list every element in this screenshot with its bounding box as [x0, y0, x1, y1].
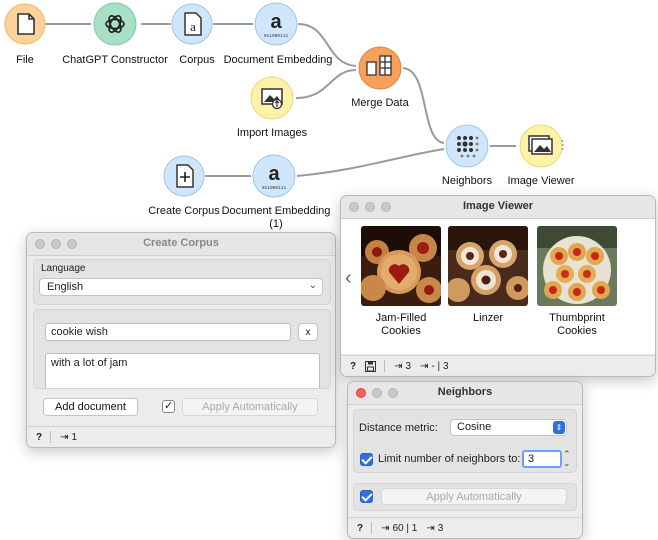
output-summary[interactable]: ⇥ 1 [60, 432, 77, 443]
embedding-glyph: a [270, 11, 282, 33]
language-select-value: English [47, 281, 84, 293]
node-image-viewer[interactable] [519, 124, 564, 168]
input-summary[interactable]: ⇥ 60 | 1 [381, 523, 417, 534]
input-count: 60 | 1 [392, 522, 418, 534]
node-label-document-embedding: Document Embedding [223, 54, 333, 66]
image-thumb-linzer[interactable] [448, 226, 528, 306]
help-icon[interactable]: ? [36, 432, 42, 443]
link-merge-neighbors [402, 67, 445, 144]
neighbors-options-group: Distance metric: Cosine ⇕ Limit number o… [353, 409, 577, 473]
create-corpus-titlebar[interactable]: Create Corpus [27, 233, 335, 256]
input-summary[interactable]: ⇥ 3 [394, 361, 411, 372]
image-thumb-thumbprint[interactable] [537, 226, 617, 306]
distance-metric-value: Cosine [457, 421, 492, 433]
image-viewer-icon [528, 135, 553, 155]
chevron-left-icon[interactable]: ‹ [345, 267, 352, 290]
link-docemb1-neighbors [296, 148, 445, 177]
image-viewer-titlebar[interactable]: Image Viewer [341, 196, 655, 219]
output-summary[interactable]: ⇥ - | 3 [420, 361, 448, 372]
svg-text:a: a [190, 19, 196, 34]
image-viewer-statusbar: ? ⇥ 3 ⇥ - | 3 [341, 355, 655, 376]
window-title: Image Viewer [462, 200, 534, 212]
apply-group: Apply Automatically [353, 483, 577, 511]
document-text-field[interactable]: with a lot of jam [45, 353, 320, 388]
create-corpus-statusbar: ? ⇥ 1 [27, 426, 335, 447]
image-caption: Jam-Filled Cookies [375, 312, 427, 337]
input-count: 3 [405, 360, 412, 372]
output-summary[interactable]: ⇥ 3 [426, 523, 443, 534]
node-label-document-embedding-1: Document Embedding (1) [221, 205, 331, 230]
document-group: cookie wish x with a lot of jam [33, 309, 331, 389]
document-title-field[interactable]: cookie wish [45, 323, 291, 341]
chevron-down-icon: ⌄ [308, 280, 317, 291]
output-count: 3 [437, 522, 444, 534]
output-icon: ⇥ [426, 522, 435, 534]
create-corpus-icon [176, 164, 194, 188]
window-title: Neighbors [437, 386, 493, 398]
node-label-merge-data: Merge Data [351, 97, 409, 109]
node-neighbors[interactable] [445, 124, 489, 168]
output-icon: ⇥ [60, 431, 69, 443]
image-thumb-jam-filled[interactable] [361, 226, 441, 306]
embedding-bits: 011000111 [264, 33, 289, 39]
node-document-embedding-1[interactable]: a 011000111 [252, 154, 296, 198]
help-icon[interactable]: ? [357, 523, 363, 534]
file-icon [17, 13, 35, 35]
save-icon[interactable] [365, 360, 377, 372]
embedding-glyph: a [268, 163, 280, 185]
distance-metric-label: Distance metric: [359, 422, 438, 434]
neighbors-titlebar[interactable]: Neighbors [348, 382, 582, 405]
node-corpus[interactable]: a [171, 3, 213, 45]
node-label-create-corpus: Create Corpus [148, 205, 220, 217]
node-create-corpus[interactable] [163, 155, 205, 197]
node-label-import-images: Import Images [236, 127, 308, 139]
corpus-icon: a [184, 12, 202, 36]
add-document-button[interactable]: Add document [43, 398, 138, 416]
output-count: - | 3 [431, 360, 449, 372]
window-title: Create Corpus [143, 237, 219, 249]
neighbors-count-spinbox[interactable]: 3 [522, 450, 562, 468]
apply-automatically-checkbox[interactable] [360, 490, 373, 503]
image-grid: ‹ Jam-Filled Cookies Linzer Thumbprint C… [341, 219, 655, 354]
apply-automatically-button[interactable]: Apply Automatically [381, 488, 567, 505]
node-label-corpus: Corpus [179, 54, 215, 66]
select-stepper-icon: ⇕ [553, 421, 565, 434]
node-label-file: File [16, 54, 34, 66]
apply-automatically-checkbox[interactable] [162, 399, 175, 413]
node-import-images[interactable] [250, 76, 294, 120]
embedding-bits: 011000111 [262, 185, 287, 191]
output-icon: ⇥ [420, 360, 429, 372]
help-icon[interactable]: ? [350, 361, 356, 372]
apply-automatically-button[interactable]: Apply Automatically [182, 398, 318, 416]
node-merge-data[interactable] [358, 46, 402, 90]
language-group: Language English ⌄ [33, 259, 331, 305]
node-label-chatgpt-constructor: ChatGPT Constructor [62, 54, 168, 66]
limit-neighbors-checkbox[interactable] [360, 453, 373, 466]
input-icon: ⇥ [381, 522, 390, 534]
clear-title-button[interactable]: x [298, 323, 318, 341]
link-import-merge [295, 69, 357, 99]
spinbox-stepper-icon[interactable]: ⌃ ⌄ [563, 450, 571, 468]
create-corpus-window: Create Corpus Language English ⌄ cookie … [26, 232, 336, 448]
language-select[interactable]: English ⌄ [39, 278, 323, 296]
node-file[interactable] [4, 3, 46, 45]
distance-metric-select[interactable]: Cosine ⇕ [450, 419, 567, 436]
node-label-image-viewer: Image Viewer [507, 175, 575, 187]
image-viewer-window: Image Viewer ‹ Jam-Filled Cookies Linzer… [340, 195, 656, 377]
limit-neighbors-label: Limit number of neighbors to: [378, 453, 521, 465]
output-count: 1 [71, 431, 78, 443]
language-label: Language [41, 263, 86, 274]
node-chatgpt-constructor[interactable] [93, 2, 137, 46]
input-icon: ⇥ [394, 360, 403, 372]
node-label-neighbors: Neighbors [441, 175, 493, 187]
node-document-embedding[interactable]: a 011000111 [254, 2, 298, 46]
neighbors-window: Neighbors Distance metric: Cosine ⇕ Limi… [347, 381, 583, 539]
image-caption: Linzer [473, 312, 503, 324]
neighbors-statusbar: ? ⇥ 60 | 1 ⇥ 3 [348, 517, 582, 538]
image-caption: Thumbprint Cookies [549, 312, 605, 337]
